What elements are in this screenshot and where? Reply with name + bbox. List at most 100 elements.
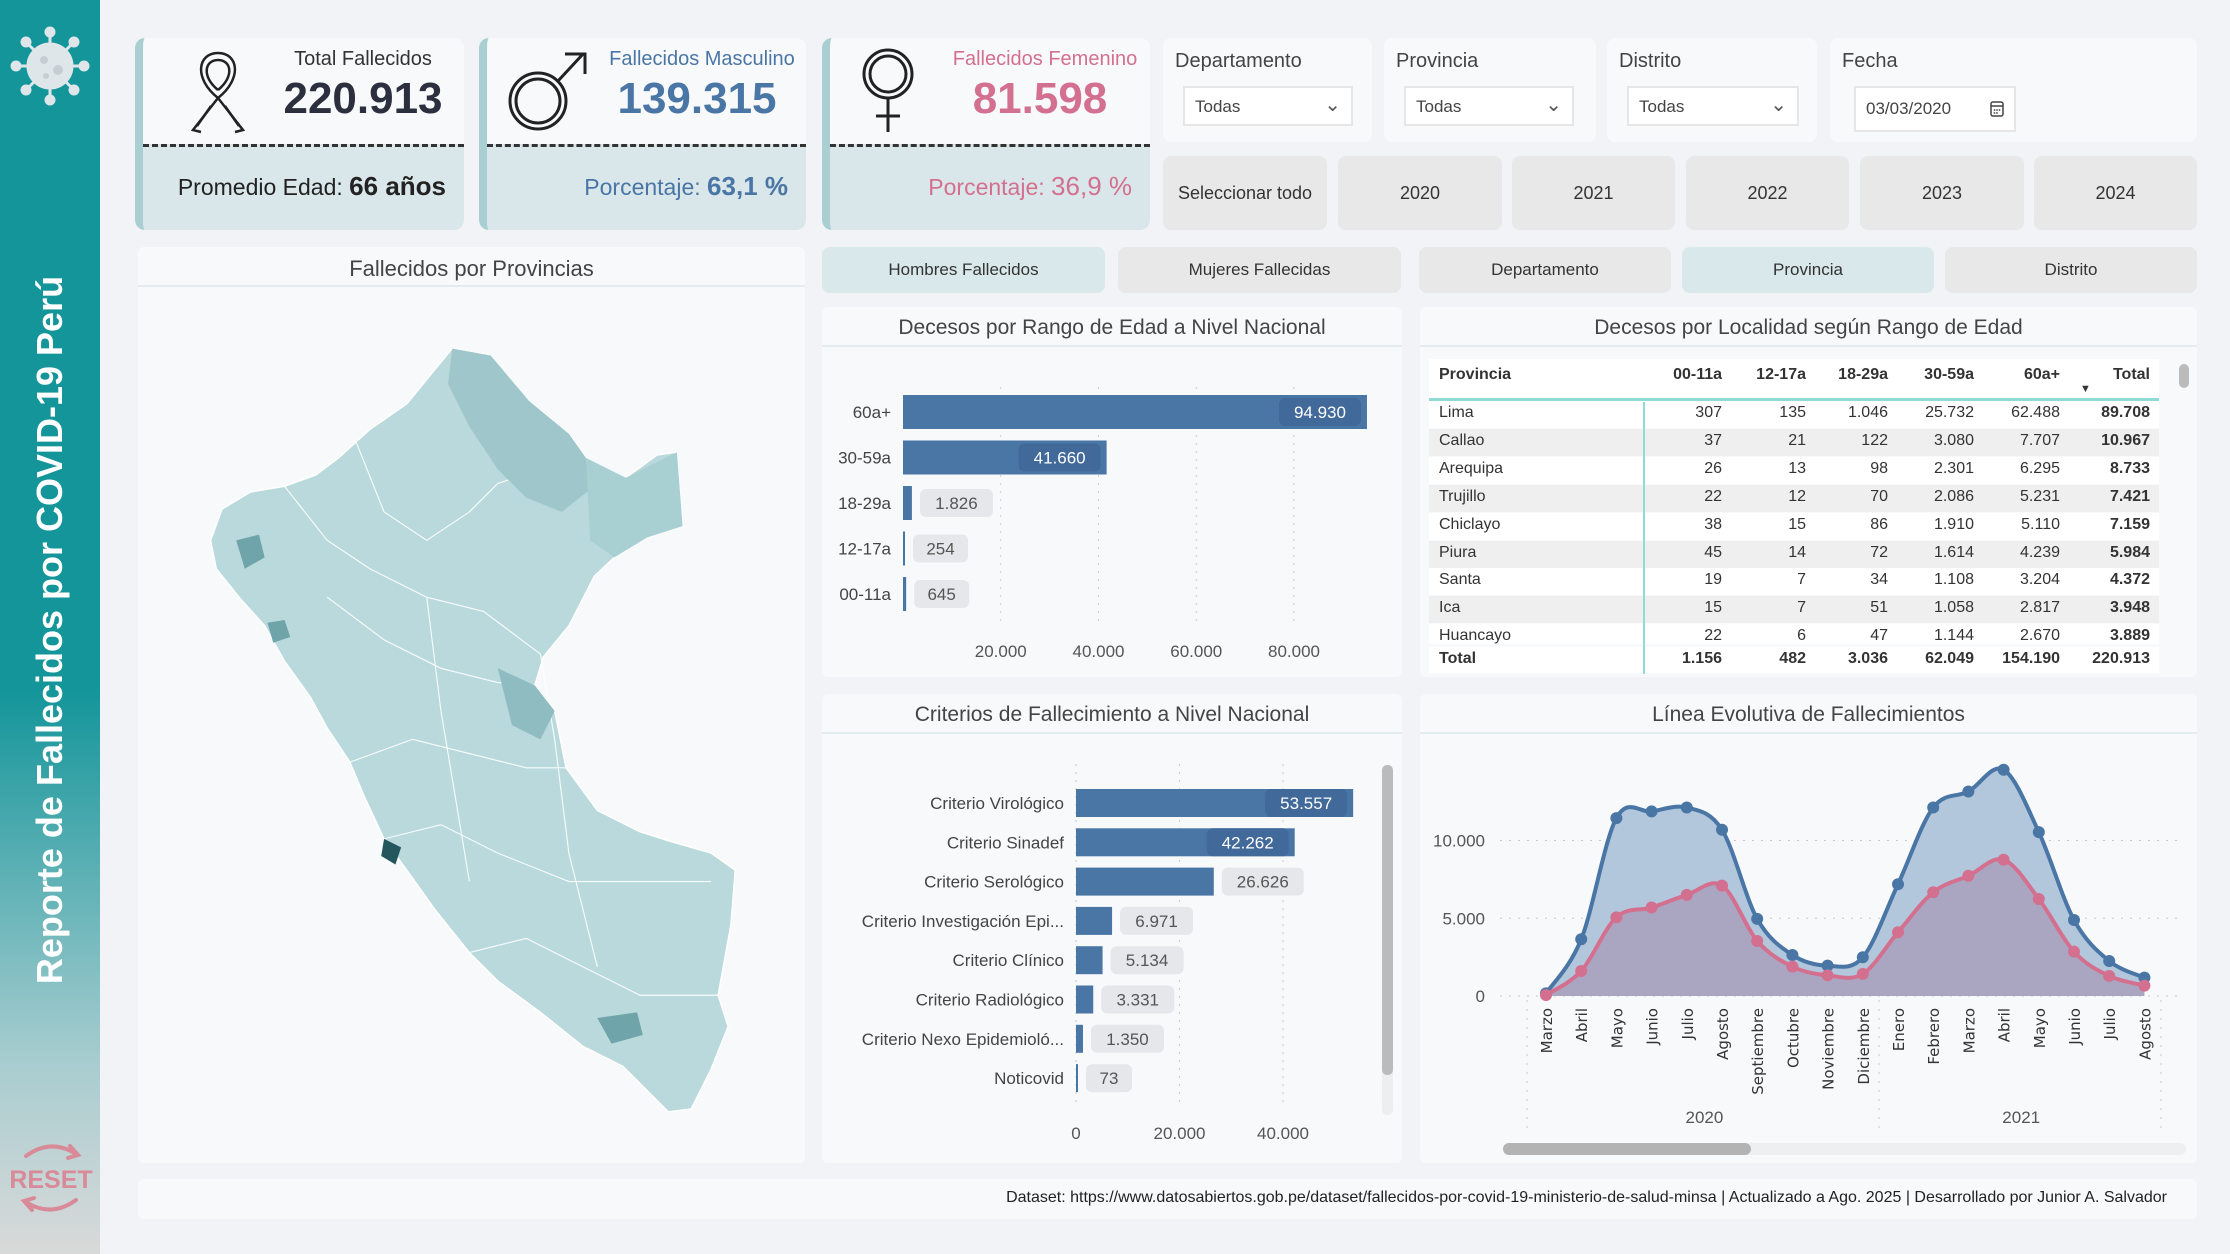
category-label: Criterio Sinadef	[947, 833, 1064, 852]
criteria-scrollbar[interactable]	[1382, 765, 1393, 1115]
fecha-input[interactable]: 03/03/2020	[1854, 86, 2016, 132]
avg-age-label: Promedio Edad:	[177, 174, 343, 200]
data-point	[1786, 960, 1799, 973]
table-cell: 86	[1870, 515, 1888, 533]
kpi-female-value: 81.598	[972, 74, 1108, 123]
table-cell: 7.707	[2019, 431, 2060, 449]
bar	[1076, 1024, 1083, 1053]
kpi-total-value: 220.913	[283, 74, 443, 123]
tab-departamento[interactable]: Departamento	[1419, 247, 1671, 293]
tab-distrito[interactable]: Distrito	[1945, 247, 2197, 293]
locality-table: Provincia 00-11a 12-17a 18-29a 30-59a 60a+ Tot…	[1420, 307, 2197, 677]
table-cell: 1.144	[1933, 627, 1974, 645]
year-2020-button[interactable]: 2020	[1338, 156, 1502, 230]
x-tick-label: Mayo	[1608, 1008, 1626, 1048]
provincia-slicer: Provincia Todas ⌄	[1384, 38, 1596, 142]
data-label: 42.262	[1222, 833, 1274, 852]
tab-hombres-fallecidos[interactable]: Hombres Fallecidos	[822, 247, 1105, 293]
total-cell: 1.156	[1681, 650, 1722, 667]
male-percent-value: 63,1 %	[707, 171, 788, 201]
year-group-label: 2020	[1685, 1108, 1723, 1127]
table-cell: 34	[1870, 571, 1888, 589]
column-header: 30-59a	[1924, 366, 1974, 383]
x-tick-label: 60.000	[1170, 642, 1222, 661]
fecha-label: Fecha	[1842, 50, 1898, 72]
data-point	[1856, 967, 1869, 980]
total-cell: 3.036	[1847, 650, 1888, 667]
table-cell: 2.301	[1933, 459, 1974, 477]
provincia-dropdown[interactable]: Todas ⌄	[1404, 86, 1574, 126]
table-cell: 89.708	[2101, 404, 2150, 421]
distrito-dropdown[interactable]: Todas ⌄	[1627, 86, 1799, 126]
table-cell: 22	[1704, 627, 1722, 645]
column-header: 12-17a	[1756, 366, 1806, 383]
table-cell: 122	[1861, 431, 1888, 449]
table-scrollbar[interactable]	[2179, 364, 2189, 388]
data-point	[1786, 948, 1799, 961]
data-point	[1751, 934, 1764, 947]
data-point	[1962, 869, 1975, 882]
criteria-chart-panel: Criterios de Fallecimiento a Nivel Nacio…	[822, 694, 1402, 1163]
data-point	[2138, 979, 2151, 992]
x-tick-label: Noviembre	[1820, 1008, 1838, 1090]
sort-desc-icon[interactable]: ▼	[2080, 383, 2091, 395]
table-cell: 4.372	[2109, 571, 2150, 589]
year-2021-button[interactable]: 2021	[1512, 156, 1675, 230]
y-tick-label: 0	[1476, 987, 1485, 1006]
data-label: 1.350	[1106, 1030, 1149, 1049]
data-point	[1575, 964, 1588, 977]
data-point	[2103, 955, 2116, 968]
table-cell: 12	[1788, 487, 1806, 505]
category-label: Criterio Radiológico	[916, 991, 1064, 1010]
table-cell: 3.204	[2019, 571, 2060, 589]
departamento-dropdown[interactable]: Todas ⌄	[1183, 86, 1353, 126]
reset-button[interactable]: RESET	[8, 1138, 94, 1218]
reset-label: RESET	[9, 1166, 93, 1194]
table-cell: 307	[1695, 404, 1722, 421]
table-cell: Callao	[1439, 431, 1485, 449]
x-tick-label: Junio	[1644, 1008, 1662, 1046]
category-label: 12-17a	[838, 540, 891, 559]
female-percent-label: Porcentaje:	[928, 174, 1045, 200]
table-cell: Ica	[1439, 599, 1461, 617]
x-tick-label: Agosto	[1714, 1008, 1732, 1060]
tab-provincia[interactable]: Provincia	[1682, 247, 1934, 293]
table-cell: 47	[1870, 627, 1888, 645]
bar	[1076, 946, 1103, 975]
table-cell: 25.732	[1925, 404, 1974, 421]
data-point	[1856, 951, 1869, 964]
table-cell: Trujillo	[1439, 487, 1486, 505]
data-label: 94.930	[1294, 403, 1346, 422]
chevron-down-icon: ⌄	[1324, 94, 1341, 116]
female-icon	[862, 48, 914, 132]
data-point	[1716, 823, 1728, 836]
x-tick-label: Agosto	[2136, 1008, 2154, 1060]
x-tick-label: Mayo	[2031, 1008, 2049, 1048]
kpi-male-percent: Porcentaje: 63,1 %	[584, 171, 788, 202]
table-cell: 7	[1797, 571, 1806, 589]
table-cell: 7	[1797, 599, 1806, 617]
x-tick-label: Junio	[2066, 1008, 2084, 1046]
trend-area-chart: 0 5.000 10.000 Marzo Abril Mayo Junio Julio Agos…	[1433, 763, 2183, 1130]
trend-scrollbar[interactable]	[1503, 1143, 2186, 1155]
tab-mujeres-fallecidas[interactable]: Mujeres Fallecidas	[1118, 247, 1401, 293]
column-header: Provincia	[1439, 366, 1512, 383]
data-label: 5.134	[1126, 951, 1169, 970]
data-point	[1575, 933, 1588, 946]
provincia-value: Todas	[1416, 97, 1462, 116]
table-cell: 7.421	[2109, 487, 2150, 505]
data-point	[1540, 989, 1552, 1002]
distrito-label: Distrito	[1619, 50, 1682, 72]
chevron-down-icon: ⌄	[1545, 94, 1562, 116]
year-select-all-button[interactable]: Seleccionar todo	[1163, 156, 1327, 230]
calendar-icon[interactable]	[1990, 101, 2004, 117]
year-2024-button[interactable]: 2024	[2034, 156, 2197, 230]
year-2023-button[interactable]: 2023	[1860, 156, 2024, 230]
category-label: 30-59a	[838, 449, 891, 468]
table-cell: 5.984	[2109, 543, 2150, 561]
peru-province-map[interactable]	[138, 293, 805, 1163]
year-2022-button[interactable]: 2022	[1686, 156, 1849, 230]
year-group-label: 2021	[2002, 1108, 2040, 1127]
chevron-down-icon: ⌄	[1770, 94, 1787, 116]
data-point	[1997, 763, 2010, 776]
